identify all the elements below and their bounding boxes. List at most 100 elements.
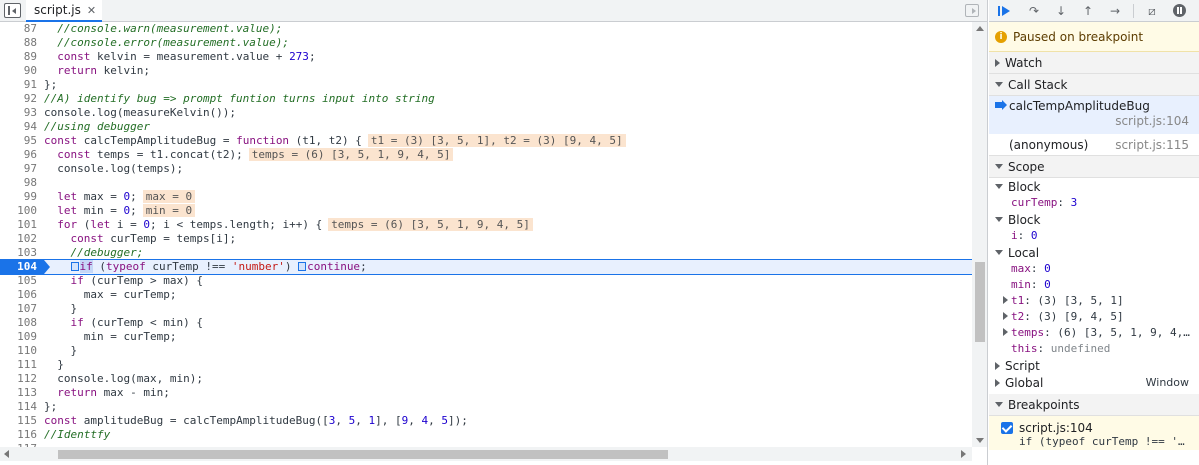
- code-line-current[interactable]: 104 if (typeof curTemp !== 'number') con…: [0, 259, 972, 275]
- line-number[interactable]: 94: [0, 120, 37, 134]
- scroll-up-icon[interactable]: [976, 26, 984, 31]
- scope-object-variable[interactable]: t2: (3) [9, 4, 5]: [989, 309, 1199, 325]
- line-number[interactable]: 111: [0, 358, 37, 372]
- line-number[interactable]: 114: [0, 400, 37, 414]
- breakpoint-checkbox[interactable]: [1001, 422, 1013, 434]
- line-number[interactable]: 92: [0, 92, 37, 106]
- code-line[interactable]: 109 min = curTemp;: [0, 330, 972, 344]
- code-line[interactable]: 99 let max = 0; max = 0: [0, 190, 972, 204]
- code-line[interactable]: 88 //console.error(measurement.value);: [0, 36, 972, 50]
- scope-global[interactable]: Global Window: [989, 374, 1199, 391]
- line-number[interactable]: 89: [0, 50, 37, 64]
- line-number[interactable]: 98: [0, 176, 37, 190]
- horizontal-scroll-thumb[interactable]: [58, 450, 668, 459]
- file-tab-script-js[interactable]: script.js ✕: [26, 0, 103, 22]
- code-line[interactable]: 87 //console.warn(measurement.value);: [0, 22, 972, 36]
- code-line[interactable]: 112 console.log(max, min);: [0, 372, 972, 386]
- code-editor[interactable]: 87 //console.warn(measurement.value); 88 …: [0, 22, 972, 447]
- line-number[interactable]: 87: [0, 22, 37, 36]
- breakpoint-location[interactable]: script.js:104: [1019, 421, 1093, 435]
- line-number[interactable]: 115: [0, 414, 37, 428]
- code-line[interactable]: 96 const temps = t1.concat(t2); temps = (…: [0, 148, 972, 162]
- horizontal-scrollbar[interactable]: [0, 447, 972, 461]
- code-line[interactable]: 116 //Identtfy: [0, 428, 972, 442]
- code-line[interactable]: 98: [0, 176, 972, 190]
- code-line[interactable]: 106 max = curTemp;: [0, 288, 972, 302]
- execution-line-marker[interactable]: 104: [0, 260, 50, 274]
- call-frame-location[interactable]: script.js:104: [1115, 114, 1189, 128]
- vertical-scroll-thumb[interactable]: [975, 262, 985, 342]
- breakpoint-item[interactable]: script.js:104 if (typeof curTemp !== '…: [989, 416, 1199, 450]
- vertical-scrollbar[interactable]: [972, 22, 987, 447]
- call-stack-section-header[interactable]: Call Stack: [989, 74, 1199, 96]
- inline-breakpoint-icon[interactable]: [298, 262, 307, 271]
- code-line[interactable]: 103 //debugger;: [0, 246, 972, 260]
- code-line[interactable]: 105 if (curTemp > max) {: [0, 274, 972, 288]
- scope-variable[interactable]: min: 0: [989, 277, 1199, 293]
- breakpoints-section-header[interactable]: Breakpoints: [989, 394, 1199, 416]
- step-out-icon[interactable]: ↑: [1079, 3, 1097, 19]
- code-line[interactable]: 92 //A) identify bug => prompt funtion tu…: [0, 92, 972, 106]
- scope-object-variable[interactable]: temps: (6) [3, 5, 1, 9, 4,…: [989, 325, 1199, 341]
- scope-variable[interactable]: max: 0: [989, 261, 1199, 277]
- scope-variable[interactable]: this: undefined: [989, 341, 1199, 357]
- expand-icon[interactable]: [1003, 296, 1008, 304]
- line-number[interactable]: 88: [0, 36, 37, 50]
- line-number[interactable]: 110: [0, 344, 37, 358]
- line-number[interactable]: 102: [0, 232, 37, 246]
- line-number[interactable]: 101: [0, 218, 37, 232]
- scope-local[interactable]: Local: [989, 244, 1199, 261]
- deactivate-breakpoints-icon[interactable]: ⧄: [1143, 3, 1161, 19]
- call-frame-current[interactable]: calcTempAmplitudeBug script.js:104: [989, 96, 1199, 134]
- scope-block-2[interactable]: Block: [989, 211, 1199, 228]
- code-line[interactable]: 100 let min = 0; min = 0: [0, 204, 972, 218]
- call-frame-location[interactable]: script.js:115: [1115, 138, 1189, 152]
- code-line[interactable]: 94 //using debugger: [0, 120, 972, 134]
- step-over-icon[interactable]: ↷: [1025, 3, 1043, 19]
- line-number[interactable]: 90: [0, 64, 37, 78]
- step-into-icon[interactable]: ↓: [1052, 3, 1070, 19]
- toggle-debugger-sidebar-icon[interactable]: [965, 4, 979, 17]
- code-line[interactable]: 107 }: [0, 302, 972, 316]
- pause-on-exceptions-icon[interactable]: [1170, 3, 1188, 19]
- code-line[interactable]: 89 const kelvin = measurement.value + 27…: [0, 50, 972, 64]
- line-number[interactable]: 100: [0, 204, 37, 218]
- scope-object-variable[interactable]: t1: (3) [3, 5, 1]: [989, 293, 1199, 309]
- inline-breakpoint-icon[interactable]: [70, 262, 79, 271]
- code-line[interactable]: 113 return max - min;: [0, 386, 972, 400]
- code-line[interactable]: 97 console.log(temps);: [0, 162, 972, 176]
- line-number[interactable]: 99: [0, 190, 37, 204]
- line-number[interactable]: 93: [0, 106, 37, 120]
- code-line[interactable]: 114};: [0, 400, 972, 414]
- scroll-left-icon[interactable]: [4, 450, 9, 458]
- line-number[interactable]: 103: [0, 246, 37, 260]
- line-number[interactable]: 116: [0, 428, 37, 442]
- expand-icon[interactable]: [1003, 328, 1008, 336]
- toggle-navigator-icon[interactable]: [4, 3, 21, 18]
- watch-section-header[interactable]: Watch: [989, 52, 1199, 74]
- line-number[interactable]: 108: [0, 316, 37, 330]
- line-number[interactable]: 109: [0, 330, 37, 344]
- scope-section-header[interactable]: Scope: [989, 156, 1199, 178]
- code-line[interactable]: 108 if (curTemp < min) {: [0, 316, 972, 330]
- line-number[interactable]: 106: [0, 288, 37, 302]
- line-number[interactable]: 105: [0, 274, 37, 288]
- code-line[interactable]: 95 const calcTempAmplitudeBug = function …: [0, 134, 972, 148]
- scope-variable[interactable]: curTemp: 3: [989, 195, 1199, 211]
- line-number[interactable]: 112: [0, 372, 37, 386]
- line-number[interactable]: 97: [0, 162, 37, 176]
- code-line[interactable]: 91};: [0, 78, 972, 92]
- line-number[interactable]: 95: [0, 134, 37, 148]
- line-number[interactable]: 96: [0, 148, 37, 162]
- close-tab-icon[interactable]: ✕: [87, 4, 96, 17]
- code-line[interactable]: 115 const amplitudeBug = calcTempAmplitud…: [0, 414, 972, 428]
- scope-script[interactable]: Script: [989, 357, 1199, 374]
- code-line[interactable]: 101 for (let i = 0; i < temps.length; i+…: [0, 218, 972, 232]
- line-number[interactable]: 107: [0, 302, 37, 316]
- line-number[interactable]: 104: [0, 260, 37, 274]
- resume-icon[interactable]: [995, 3, 1013, 19]
- scope-variable[interactable]: i: 0: [989, 228, 1199, 244]
- scope-block-1[interactable]: Block: [989, 178, 1199, 195]
- code-line[interactable]: 102 const curTemp = temps[i];: [0, 232, 972, 246]
- code-line[interactable]: 90 return kelvin;: [0, 64, 972, 78]
